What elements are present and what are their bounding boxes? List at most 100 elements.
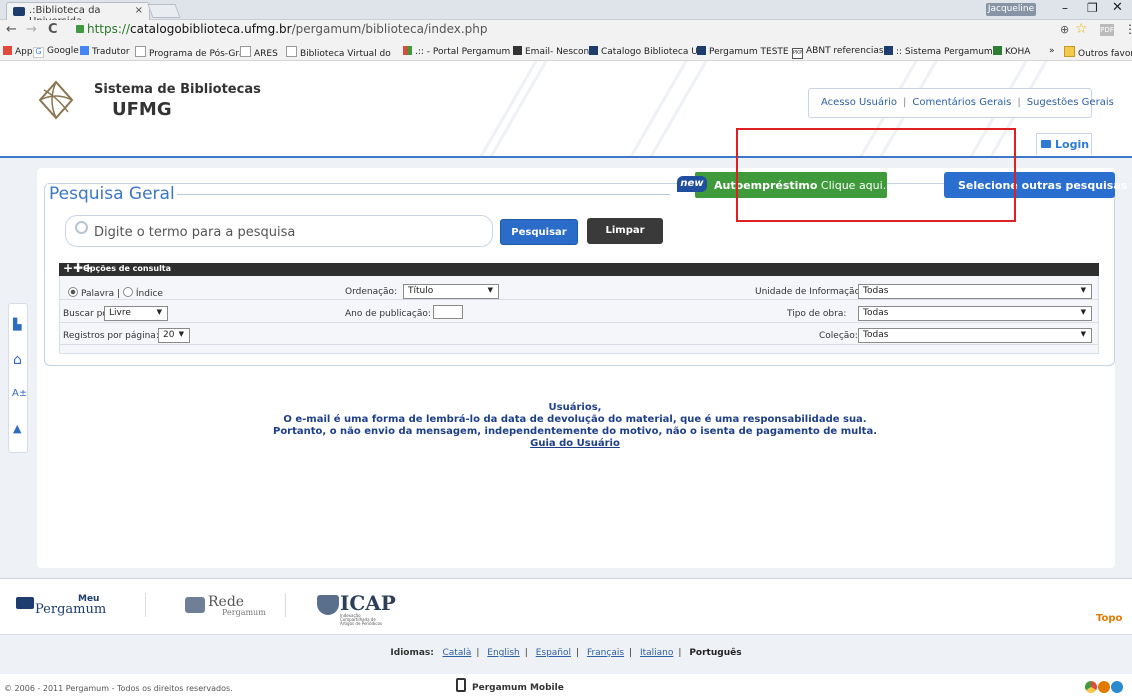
bookmarks-bar: Apps G Google Tradutor Programa de Pós-Gr… — [0, 42, 1132, 61]
top-links: Acesso Usuário | Comentários Gerais | Sugest… — [808, 88, 1114, 118]
notice-line2: O e-mail é uma forma de lembrá-lo da dat… — [283, 414, 867, 425]
ano-label: Ano de publicação: — [345, 309, 431, 319]
bookmark-item[interactable]: Pergamum TESTE — [697, 46, 789, 57]
guia-usuario-link[interactable]: Guia do Usuário — [530, 438, 620, 449]
site-title-line1: Sistema de Bibliotecas — [94, 82, 261, 97]
browser-menu-icon[interactable]: ⋮ — [1124, 22, 1132, 36]
bookmark-item[interactable]: :: Sistema Pergamum — [884, 46, 993, 57]
query-options-header[interactable]: +✚+ Opções de consulta — [59, 261, 1099, 276]
sugestoes-gerais-link[interactable]: Sugestões Gerais — [1027, 97, 1114, 108]
back-icon[interactable]: ← — [6, 22, 17, 37]
unidade-select[interactable]: Todas ▼ — [858, 284, 1092, 299]
home-icon[interactable]: ⌂ — [13, 352, 22, 368]
acesso-usuario-link[interactable]: Acesso Usuário — [821, 97, 897, 108]
side-toolbar: ▙ ⌂ A± ▲ — [8, 303, 28, 453]
back-to-top-link[interactable]: Topo — [1096, 613, 1122, 624]
bookmark-item[interactable]: Email- Nescon — [513, 46, 589, 57]
font-size-icon[interactable]: A± — [12, 388, 27, 399]
comentarios-gerais-link[interactable]: Comentários Gerais — [912, 97, 1011, 108]
ano-input[interactable] — [433, 305, 463, 319]
buscar-select[interactable]: Livre ▼ — [104, 306, 168, 321]
site-title-line2: UFMG — [112, 99, 172, 120]
radio-group: Palavra | Índice — [68, 287, 163, 299]
bookmark-item[interactable]: Biblioteca Virtual do — [286, 46, 391, 59]
ordenacao-select[interactable]: Título ▼ — [403, 284, 499, 299]
row-divider — [60, 299, 1098, 300]
url-scheme: https:// — [87, 22, 131, 36]
colecao-label: Coleção: — [819, 331, 858, 341]
rede-pergamum-sub: Pergamum — [222, 608, 266, 617]
row-divider — [60, 322, 1098, 323]
radio-palavra[interactable] — [68, 287, 78, 297]
highlight-annotation — [736, 128, 1016, 222]
bookmark-item[interactable]: Catalogo Biblioteca U — [589, 46, 698, 57]
title-rule — [170, 194, 670, 195]
url-path: /pergamum/biblioteca/index.php — [291, 22, 488, 36]
reload-icon[interactable]: C — [48, 22, 58, 37]
browser-tab[interactable]: .:Biblioteca da Universida × — [6, 2, 150, 27]
colecao-select[interactable]: Todas ▼ — [858, 328, 1092, 343]
meu-pergamum-logo[interactable]: Pergamum — [35, 602, 106, 617]
registros-label: Registros por página: — [63, 331, 159, 341]
minimize-icon[interactable]: – — [1062, 1, 1068, 15]
lang-portugues: Português — [689, 648, 742, 658]
new-badge: new — [677, 176, 707, 192]
bookmark-item[interactable]: PKP ABNT referencias — [792, 46, 884, 59]
bookmark-item[interactable]: ARES — [240, 46, 278, 59]
pergamum-mobile-link[interactable]: Pergamum Mobile — [456, 678, 564, 693]
tab-close-icon[interactable]: × — [135, 5, 143, 16]
bookmarks-overflow[interactable]: » — [1049, 46, 1055, 56]
tipo-select[interactable]: Todas ▼ — [858, 306, 1092, 321]
meu-pergamum-icon[interactable]: ▙ — [13, 318, 21, 331]
bookmark-item[interactable]: .:: - Portal Pergamum — [403, 46, 510, 57]
lang-francais[interactable]: Français — [587, 648, 624, 658]
close-window-icon[interactable]: ✕ — [1112, 0, 1123, 15]
ufmg-logo-icon — [38, 80, 74, 120]
ie-icon — [1111, 681, 1123, 693]
icap-subtitle: Indexação Compartilhada de Artigos de Pe… — [340, 613, 382, 626]
registros-select[interactable]: 20 ▼ — [158, 328, 190, 343]
url-field[interactable]: https://catalogobiblioteca.ufmg.br/perga… — [76, 22, 488, 36]
idiomas-label: Idiomas: — [390, 648, 434, 658]
pdf-extension-icon[interactable]: PDF — [1100, 24, 1114, 36]
bookmark-folder[interactable]: Outros favorito — [1064, 46, 1132, 59]
row-divider — [60, 344, 1098, 345]
login-button[interactable]: Login — [1036, 133, 1092, 155]
supported-browsers — [1085, 678, 1125, 693]
icap-logo[interactable]: ICAP — [340, 591, 396, 615]
lang-italiano[interactable]: Italiano — [640, 648, 673, 658]
up-arrow-icon[interactable]: ▲ — [13, 422, 21, 435]
search-button[interactable]: Pesquisar — [500, 219, 578, 245]
bookmark-item[interactable]: KOHA — [993, 46, 1030, 57]
rede-pergamum-icon — [185, 597, 205, 613]
language-bar: Idiomas: Català | English | Español | Franç… — [0, 634, 1132, 674]
forward-icon[interactable]: → — [26, 22, 37, 37]
tipo-label: Tipo de obra: — [787, 309, 847, 319]
search-input[interactable] — [92, 222, 482, 242]
profile-chip[interactable]: Jacqueline — [986, 3, 1036, 16]
new-tab-button[interactable] — [147, 4, 181, 18]
lang-espanol[interactable]: Español — [536, 648, 571, 658]
star-icon[interactable]: ☆ — [1075, 21, 1088, 37]
lang-catala[interactable]: Català — [442, 648, 471, 658]
lock-icon — [1041, 140, 1051, 148]
radio-indice[interactable] — [122, 287, 133, 297]
bookmark-item[interactable]: Tradutor — [80, 46, 130, 57]
search-icon — [75, 221, 88, 234]
chrome-icon — [1085, 681, 1097, 693]
chevron-down-icon: ▼ — [156, 308, 162, 316]
user-notice: Usuários, O e-mail é uma forma de lembrá… — [240, 402, 910, 450]
maximize-icon[interactable]: ❐ — [1087, 1, 1098, 15]
zoom-icon[interactable]: ⊕ — [1060, 23, 1069, 36]
lang-english[interactable]: English — [487, 648, 520, 658]
notice-line3: Portanto, o não envio da mensagem, indep… — [272, 426, 877, 437]
notice-line1: Usuários, — [548, 402, 602, 413]
url-host: catalogobiblioteca.ufmg.br — [130, 22, 292, 36]
bookmark-item[interactable]: Programa de Pós-Gra — [135, 46, 245, 59]
pergamum-favicon-icon — [13, 7, 25, 16]
chevron-down-icon: ▼ — [487, 286, 493, 294]
clear-button[interactable]: Limpar — [587, 218, 663, 244]
unidade-label: Unidade de Informação: — [755, 287, 864, 297]
bookmark-item[interactable]: G Google — [33, 46, 79, 58]
chevron-down-icon: ▼ — [1080, 330, 1086, 338]
